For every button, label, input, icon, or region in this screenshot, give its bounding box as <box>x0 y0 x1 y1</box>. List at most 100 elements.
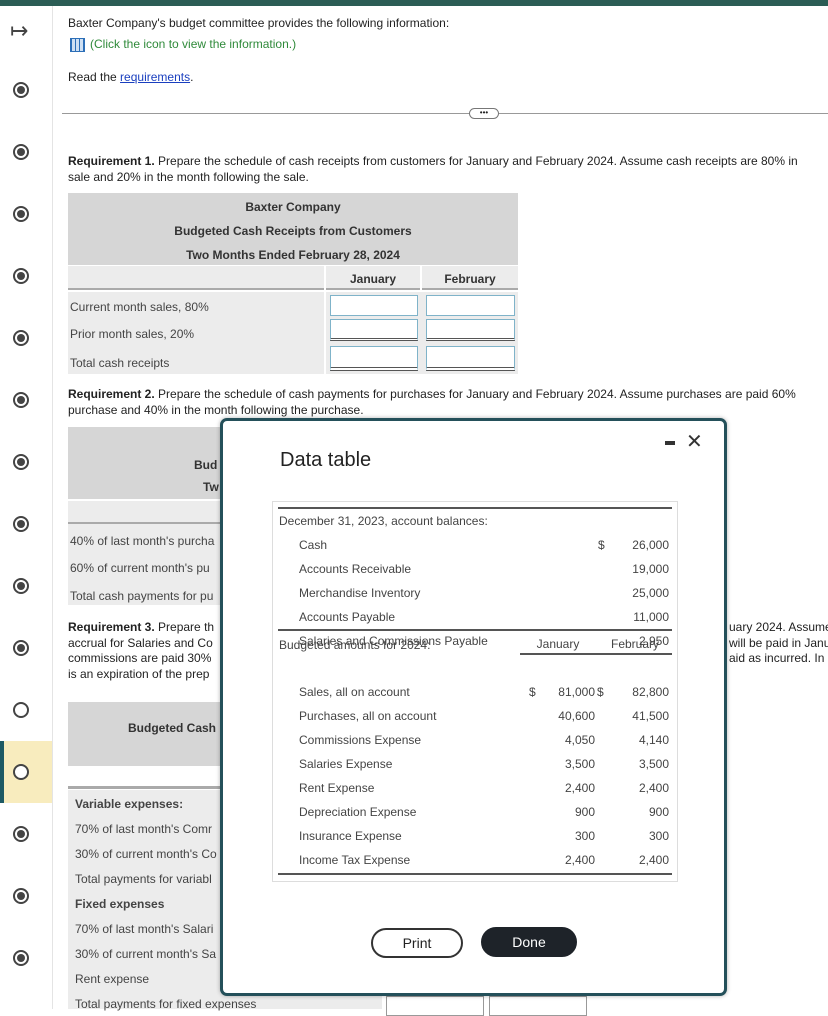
read-prefix: Read the <box>68 70 121 84</box>
row-label: Prior month sales, 20% <box>70 327 195 341</box>
budget-label: Rent Expense <box>299 781 375 795</box>
ellipsis-icon[interactable]: ••• <box>469 108 499 119</box>
req3-text: commissions are paid 30% <box>68 651 212 665</box>
february-value: 900 <box>648 805 669 819</box>
jan-total-input[interactable] <box>330 346 418 371</box>
jan-prior-input[interactable] <box>330 319 418 341</box>
row-label: Fixed expenses <box>75 897 165 911</box>
budget-label: Commissions Expense <box>299 733 422 747</box>
january-value: 300 <box>574 829 595 843</box>
feb-total-input[interactable] <box>426 346 515 371</box>
question-2-radio-icon[interactable] <box>13 144 29 160</box>
balance-value: 19,000 <box>632 562 669 576</box>
january-value: 40,600 <box>558 709 595 723</box>
question-12-radio-icon[interactable] <box>13 764 29 780</box>
req3-text: is an expiration of the prep <box>68 667 210 681</box>
divider <box>62 113 828 114</box>
row-label: 60% of current month's pu <box>70 561 210 575</box>
question-5-radio-icon[interactable] <box>13 330 29 346</box>
read-suffix: . <box>190 70 194 84</box>
question-1-radio-icon[interactable] <box>13 82 29 98</box>
balance-label: Cash <box>299 538 328 552</box>
february-value: 82,800 <box>632 685 669 699</box>
feb-current-input[interactable] <box>426 295 515 316</box>
question-11-radio-icon[interactable] <box>13 702 29 718</box>
row-label: 70% of last month's Comr <box>75 822 213 836</box>
question-3-radio-icon[interactable] <box>13 206 29 222</box>
req3-text-right: will be paid in Janu <box>729 636 828 650</box>
budget-label: Sales, all on account <box>299 685 410 699</box>
schedule-period: Two Months Ended February 28, 2024 <box>186 248 400 262</box>
info-link[interactable]: (Click the icon to view the information.… <box>90 37 296 51</box>
question-sidebar: ↦ <box>0 6 53 1009</box>
balance-label: Accounts Receivable <box>299 562 412 576</box>
req2-label: Requirement 2. <box>68 387 155 401</box>
row-label: 30% of current month's Sa <box>75 947 217 961</box>
disbursements-title: Budgeted Cash <box>128 721 217 735</box>
close-icon[interactable]: ✕ <box>686 429 703 454</box>
feb-prior-input[interactable] <box>426 319 515 341</box>
minimize-icon[interactable] <box>665 441 675 445</box>
req2-text: Prepare the schedule of cash payments fo… <box>154 387 796 401</box>
february-value: 2,400 <box>638 781 669 795</box>
req1-label: Requirement 1. <box>68 154 155 168</box>
collapse-arrow-right-bar-icon[interactable]: ↦ <box>10 18 28 44</box>
req3-label: Requirement 3. <box>68 620 155 634</box>
january-value: 81,000 <box>558 685 595 699</box>
req1-text2: sale and 20% in the month following the … <box>68 170 309 184</box>
section-budget: Budgeted amounts for 2024: <box>279 638 431 652</box>
january-value: 2,400 <box>564 781 595 795</box>
balance-value: 11,000 <box>633 610 669 624</box>
col-january: January <box>349 272 397 286</box>
top-bar <box>0 0 828 6</box>
balance-value: 26,000 <box>632 538 669 552</box>
company-name: Baxter Company <box>245 200 341 214</box>
question-14-radio-icon[interactable] <box>13 888 29 904</box>
february-value: 41,500 <box>632 709 669 723</box>
requirements-link[interactable]: requirements <box>120 70 190 84</box>
budget-label: Salaries Expense <box>299 757 393 771</box>
balance-label: Accounts Payable <box>299 610 396 624</box>
february-value: 2,400 <box>638 853 669 867</box>
february-value: 3,500 <box>638 757 669 771</box>
modal-title: Data table <box>280 449 372 471</box>
question-7-radio-icon[interactable] <box>13 454 29 470</box>
question-15-radio-icon[interactable] <box>13 950 29 966</box>
january-value: 2,400 <box>564 853 595 867</box>
question-6-radio-icon[interactable] <box>13 392 29 408</box>
budget-label: Income Tax Expense <box>299 853 411 867</box>
question-10-radio-icon[interactable] <box>13 640 29 656</box>
jan-current-input[interactable] <box>330 295 418 316</box>
row-label: 40% of last month's purcha <box>70 534 215 548</box>
table-grid-icon[interactable] <box>70 38 85 52</box>
row-label: Current month sales, 80% <box>70 300 209 314</box>
question-9-radio-icon[interactable] <box>13 578 29 594</box>
january-value: 900 <box>574 805 595 819</box>
question-13-radio-icon[interactable] <box>13 826 29 842</box>
row-label: Total payments for variabl <box>75 872 212 886</box>
req3-text-right: uary 2024. Assume <box>729 620 828 634</box>
budget-label: Insurance Expense <box>299 829 402 843</box>
budget-label: Purchases, all on account <box>299 709 437 723</box>
data-table: December 31, 2023, account balances: Cas… <box>272 501 678 882</box>
question-8-radio-icon[interactable] <box>13 516 29 532</box>
schedule-title: Budgeted Cash Receipts from Customers <box>174 224 412 238</box>
january-value: 4,050 <box>564 733 595 747</box>
row-label: Variable expenses: <box>75 797 184 811</box>
balance-value: 25,000 <box>632 586 669 600</box>
req3-text: accrual for Salaries and Co <box>68 636 213 650</box>
req1-text: Prepare the schedule of cash receipts fr… <box>154 154 798 168</box>
question-4-radio-icon[interactable] <box>13 268 29 284</box>
row-label: Total cash receipts <box>70 356 170 370</box>
row-label: 70% of last month's Salari <box>75 922 214 936</box>
print-button[interactable]: Print <box>371 928 463 958</box>
row-label: Total cash payments for pu <box>70 589 214 603</box>
done-button[interactable]: Done <box>481 927 577 957</box>
req2-text2: purchase and 40% in the month following … <box>68 403 364 417</box>
req3-text: Prepare th <box>154 620 215 634</box>
payments-title: Bud <box>194 458 218 472</box>
intro-text: Baxter Company's budget committee provid… <box>68 16 450 30</box>
balance-label: Merchandise Inventory <box>299 586 421 600</box>
february-value: 300 <box>648 829 669 843</box>
col-january: January <box>536 637 580 651</box>
